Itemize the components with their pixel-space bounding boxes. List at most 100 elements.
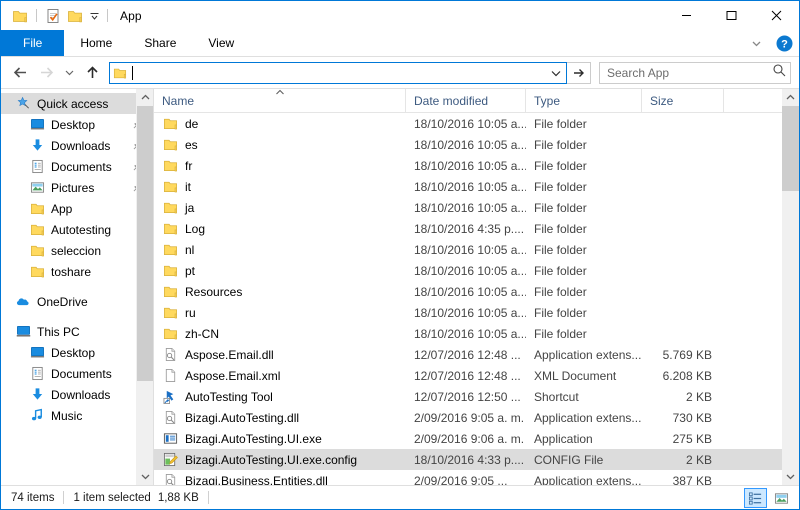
large-icons-view-button[interactable]: [770, 488, 793, 508]
sidebar-item-downloads-pc[interactable]: Downloads: [1, 384, 153, 405]
table-row[interactable]: de 18/10/2016 10:05 a... File folder: [154, 113, 782, 134]
cell-size: 5.769 KB: [662, 347, 712, 362]
minimize-button[interactable]: [664, 1, 709, 30]
table-row[interactable]: AutoTesting Tool 12/07/2016 12:50 ... Sh…: [154, 386, 782, 407]
sidebar-item-documents-pc[interactable]: Documents: [1, 363, 153, 384]
sidebar-label: Pictures: [51, 180, 95, 195]
column-header-date-modified[interactable]: Date modified: [406, 89, 526, 112]
explorer-body: Quick access Desktop Downloads Documents…: [1, 88, 799, 485]
qat-customize-chevron-down-icon[interactable]: [86, 6, 102, 26]
pictures-icon: [27, 180, 47, 196]
search-icon[interactable]: [772, 63, 786, 82]
navigation-pane: Quick access Desktop Downloads Documents…: [1, 89, 153, 485]
maximize-button[interactable]: [709, 1, 754, 30]
table-row[interactable]: Resources 18/10/2016 10:05 a... File fol…: [154, 281, 782, 302]
window-title: App: [120, 8, 142, 23]
tab-home[interactable]: Home: [64, 30, 128, 56]
properties-icon[interactable]: [42, 5, 64, 27]
new-folder-icon[interactable]: [64, 5, 86, 27]
sidebar-item-this-pc[interactable]: This PC: [1, 321, 153, 342]
sidebar-scroll-down-icon[interactable]: [137, 468, 153, 485]
sidebar-label: App: [51, 201, 73, 216]
file-list-scrollbar[interactable]: [782, 89, 799, 485]
sidebar-item-quick-access[interactable]: Quick access: [1, 93, 153, 114]
cell-size: 275 KB: [672, 431, 712, 446]
table-row[interactable]: it 18/10/2016 10:05 a... File folder: [154, 176, 782, 197]
table-row[interactable]: Aspose.Email.xml 12/07/2016 12:48 ... XM…: [154, 365, 782, 386]
cell-name: ru: [154, 305, 406, 321]
expand-ribbon-chevron-down-icon[interactable]: [745, 33, 767, 55]
sidebar-scrollbar[interactable]: [136, 89, 153, 485]
file-name: Aspose.Email.dll: [185, 347, 274, 362]
sidebar-item-toshare[interactable]: toshare: [1, 261, 153, 282]
address-bar: Search App: [1, 57, 799, 88]
sidebar-label: Downloads: [51, 138, 111, 153]
forward-button[interactable]: [33, 60, 59, 86]
table-row[interactable]: zh-CN 18/10/2016 10:05 a... File folder: [154, 323, 782, 344]
ribbon-controls: ?: [745, 30, 795, 57]
sidebar-item-app[interactable]: App: [1, 198, 153, 219]
file-list-scroll-down-icon[interactable]: [782, 468, 799, 485]
search-input[interactable]: Search App: [607, 66, 772, 80]
help-icon[interactable]: ?: [773, 33, 795, 55]
cell-name: Bizagi.Business.Entities.dll: [154, 473, 406, 485]
search-box[interactable]: Search App: [599, 61, 791, 84]
recent-locations-chevron-down-icon[interactable]: [59, 60, 79, 86]
sidebar-scrollbar-thumb[interactable]: [137, 106, 153, 381]
table-row[interactable]: Log 18/10/2016 4:35 p.... File folder: [154, 218, 782, 239]
cell-type: File folder: [534, 305, 587, 320]
file-name: de: [185, 116, 199, 131]
folder-icon: [160, 221, 180, 237]
table-row[interactable]: fr 18/10/2016 10:05 a... File folder: [154, 155, 782, 176]
address-dropdown-chevron-down-icon[interactable]: [546, 63, 566, 83]
sidebar-label: OneDrive: [37, 294, 88, 309]
cell-date-modified: 18/10/2016 10:05 a...: [414, 326, 526, 341]
status-selection-count: 1 item selected: [73, 491, 151, 504]
sidebar-item-pictures-qa[interactable]: Pictures: [1, 177, 153, 198]
cell-type: Application extens...: [534, 473, 642, 486]
cell-name: es: [154, 137, 406, 153]
sidebar-item-seleccion[interactable]: seleccion: [1, 240, 153, 261]
sidebar-label: Quick access: [37, 96, 109, 111]
table-row[interactable]: es 18/10/2016 10:05 a... File folder: [154, 134, 782, 155]
table-row[interactable]: Bizagi.Business.Entities.dll 2/09/2016 9…: [154, 470, 782, 485]
sidebar-item-downloads-qa[interactable]: Downloads: [1, 135, 153, 156]
table-row[interactable]: Bizagi.AutoTesting.UI.exe 2/09/2016 9:06…: [154, 428, 782, 449]
status-divider-2: [207, 491, 209, 504]
table-row[interactable]: pt 18/10/2016 10:05 a... File folder: [154, 260, 782, 281]
table-row[interactable]: Bizagi.AutoTesting.UI.exe.config 18/10/2…: [154, 449, 782, 470]
file-list-scroll-up-icon[interactable]: [782, 89, 799, 106]
up-button[interactable]: [79, 60, 105, 86]
column-header-size[interactable]: Size: [642, 89, 724, 112]
downloads-icon: [27, 387, 47, 403]
table-row[interactable]: Bizagi.AutoTesting.dll 2/09/2016 9:05 a.…: [154, 407, 782, 428]
sidebar-item-autotesting[interactable]: Autotesting: [1, 219, 153, 240]
window-controls: [664, 1, 799, 30]
file-list-scrollbar-thumb[interactable]: [782, 106, 799, 191]
sidebar-item-music[interactable]: Music: [1, 405, 153, 426]
sidebar-item-onedrive[interactable]: OneDrive: [1, 291, 153, 312]
tab-home-label: Home: [80, 36, 113, 50]
back-button[interactable]: [7, 60, 33, 86]
cell-size: 2 KB: [685, 389, 712, 404]
file-name: Bizagi.AutoTesting.dll: [185, 410, 300, 425]
sidebar-item-desktop-qa[interactable]: Desktop: [1, 114, 153, 135]
sidebar-item-documents-qa[interactable]: Documents: [1, 156, 153, 177]
folder-icon: [160, 284, 180, 300]
address-input[interactable]: [109, 61, 567, 84]
sidebar-scroll-up-icon[interactable]: [137, 89, 153, 106]
column-header-name[interactable]: Name: [154, 89, 406, 112]
go-button[interactable]: [567, 61, 591, 84]
tab-view[interactable]: View: [192, 30, 250, 56]
close-button[interactable]: [754, 1, 799, 30]
tab-file[interactable]: File: [1, 30, 65, 56]
details-view-button[interactable]: [744, 488, 767, 508]
sidebar-item-desktop-pc[interactable]: Desktop: [1, 342, 153, 363]
cell-size: 6.208 KB: [662, 368, 712, 383]
column-header-type[interactable]: Type: [526, 89, 642, 112]
table-row[interactable]: Aspose.Email.dll 12/07/2016 12:48 ... Ap…: [154, 344, 782, 365]
table-row[interactable]: ja 18/10/2016 10:05 a... File folder: [154, 197, 782, 218]
tab-share[interactable]: Share: [128, 30, 192, 56]
table-row[interactable]: nl 18/10/2016 10:05 a... File folder: [154, 239, 782, 260]
table-row[interactable]: ru 18/10/2016 10:05 a... File folder: [154, 302, 782, 323]
